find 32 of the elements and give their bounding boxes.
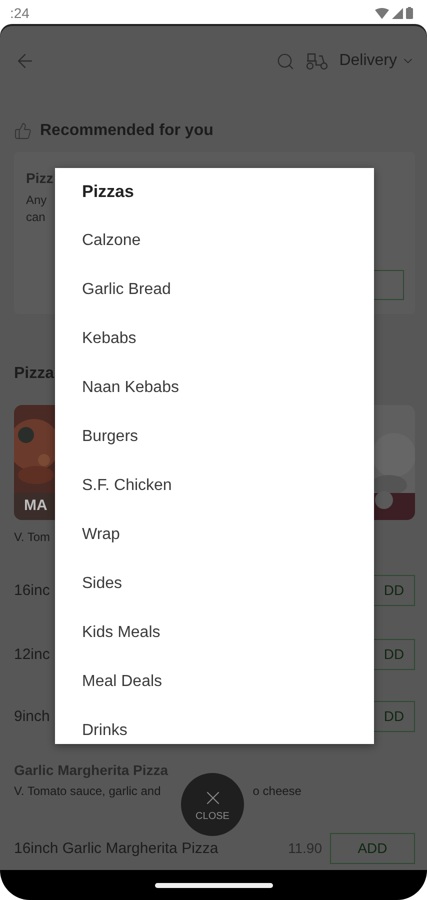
- status-time: :24: [10, 5, 30, 21]
- menu-item[interactable]: Calzone: [55, 229, 141, 253]
- section-title: Pizza: [14, 364, 56, 384]
- thumbs-up-icon: [14, 122, 32, 140]
- menu-item[interactable]: Drinks: [55, 719, 128, 743]
- menu-item[interactable]: Burgers: [55, 425, 138, 449]
- item-description: o cheese: [252, 784, 302, 800]
- menu-item[interactable]: S.F. Chicken: [55, 474, 172, 498]
- section-title: Recommended for you: [40, 122, 214, 140]
- menu-title: Pizzas: [81, 181, 135, 203]
- menu-item[interactable]: Kids Meals: [55, 621, 160, 645]
- item-description: Any: [26, 192, 47, 209]
- item-name: 12inc: [14, 646, 50, 662]
- tile-label: MA: [24, 497, 48, 514]
- item-name: 9inch: [14, 708, 50, 724]
- scooter-icon: [305, 51, 330, 71]
- menu-item[interactable]: Meal Deals: [55, 670, 162, 694]
- wifi-icon: [375, 8, 389, 18]
- menu-item[interactable]: Garlic Bread: [55, 278, 171, 302]
- item-name: 16inch Garlic Margherita Pizza: [14, 840, 218, 856]
- menu-item[interactable]: Wrap: [55, 523, 120, 547]
- battery-icon: [406, 7, 413, 19]
- home-indicator[interactable]: [154, 882, 272, 888]
- signal-icon: [392, 8, 403, 18]
- search-icon[interactable]: [276, 52, 296, 70]
- menu-item[interactable]: Sides: [55, 572, 122, 596]
- menu-item[interactable]: Kebabs: [55, 327, 136, 351]
- menu-item[interactable]: Naan Kebabs: [55, 376, 179, 400]
- item-description: V. Tomato sauce, garlic and: [14, 784, 161, 800]
- item-description: V. Tom: [14, 530, 50, 546]
- item-description: can: [26, 209, 46, 226]
- item-name: 16inc: [14, 582, 50, 598]
